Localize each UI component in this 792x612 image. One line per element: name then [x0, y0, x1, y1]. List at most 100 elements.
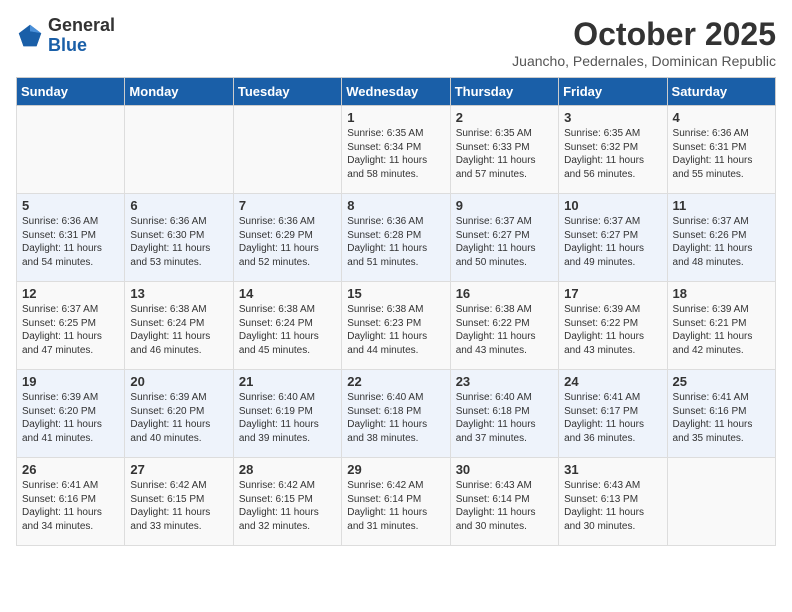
cell-info: Sunrise: 6:40 AM Sunset: 6:18 PM Dayligh…: [456, 391, 553, 445]
cell-info: Sunrise: 6:39 AM Sunset: 6:20 PM Dayligh…: [22, 391, 119, 445]
day-number: 14: [239, 286, 336, 301]
calendar-cell: 7 Sunrise: 6:36 AM Sunset: 6:29 PM Daylig…: [233, 194, 341, 282]
day-number: 1: [347, 110, 444, 125]
calendar-cell: 23 Sunrise: 6:40 AM Sunset: 6:18 PM Dayli…: [450, 370, 558, 458]
calendar-body: 1 Sunrise: 6:35 AM Sunset: 6:34 PM Daylig…: [17, 106, 776, 546]
logo-icon: [16, 22, 44, 50]
calendar-cell: 25 Sunrise: 6:41 AM Sunset: 6:16 PM Dayli…: [667, 370, 775, 458]
calendar-cell: 9Sunrise: 6:37 AM Sunset: 6:27 PM Daylig…: [450, 194, 558, 282]
cell-info: Sunrise: 6:36 AM Sunset: 6:29 PM Dayligh…: [239, 215, 336, 269]
title-block: October 2025 Juancho, Pedernales, Domini…: [512, 16, 776, 69]
day-number: 17: [564, 286, 661, 301]
cell-info: Sunrise: 6:37 AM Sunset: 6:25 PM Dayligh…: [22, 303, 119, 357]
cell-info: Sunrise: 6:35 AM Sunset: 6:33 PM Dayligh…: [456, 127, 553, 181]
calendar-cell: 29 Sunrise: 6:42 AM Sunset: 6:14 PM Dayli…: [342, 458, 450, 546]
cell-info: Sunrise: 6:36 AM Sunset: 6:31 PM Dayligh…: [22, 215, 119, 269]
day-number: 27: [130, 462, 227, 477]
calendar-cell: 8 Sunrise: 6:36 AM Sunset: 6:28 PM Daylig…: [342, 194, 450, 282]
calendar-cell: 11 Sunrise: 6:37 AM Sunset: 6:26 PM Dayli…: [667, 194, 775, 282]
calendar-cell: [17, 106, 125, 194]
calendar-cell: 18 Sunrise: 6:39 AM Sunset: 6:21 PM Dayli…: [667, 282, 775, 370]
cell-info: Sunrise: 6:38 AM Sunset: 6:24 PM Dayligh…: [239, 303, 336, 357]
calendar-header: SundayMondayTuesdayWednesdayThursdayFrid…: [17, 78, 776, 106]
week-row-4: 26 Sunrise: 6:41 AM Sunset: 6:16 PM Dayli…: [17, 458, 776, 546]
cell-info: Sunrise: 6:41 AM Sunset: 6:16 PM Dayligh…: [673, 391, 770, 445]
day-number: 29: [347, 462, 444, 477]
day-number: 24: [564, 374, 661, 389]
calendar-cell: 10Sunrise: 6:37 AM Sunset: 6:27 PM Dayli…: [559, 194, 667, 282]
calendar-cell: [667, 458, 775, 546]
calendar-cell: 12 Sunrise: 6:37 AM Sunset: 6:25 PM Dayli…: [17, 282, 125, 370]
cell-info: Sunrise: 6:43 AM Sunset: 6:14 PM Dayligh…: [456, 479, 553, 533]
calendar-cell: 3Sunrise: 6:35 AM Sunset: 6:32 PM Daylig…: [559, 106, 667, 194]
cell-info: Sunrise: 6:40 AM Sunset: 6:19 PM Dayligh…: [239, 391, 336, 445]
calendar-cell: 24 Sunrise: 6:41 AM Sunset: 6:17 PM Dayli…: [559, 370, 667, 458]
day-number: 13: [130, 286, 227, 301]
cell-info: Sunrise: 6:39 AM Sunset: 6:20 PM Dayligh…: [130, 391, 227, 445]
day-number: 9: [456, 198, 553, 213]
week-row-1: 5 Sunrise: 6:36 AM Sunset: 6:31 PM Daylig…: [17, 194, 776, 282]
week-row-0: 1 Sunrise: 6:35 AM Sunset: 6:34 PM Daylig…: [17, 106, 776, 194]
day-number: 11: [673, 198, 770, 213]
day-number: 26: [22, 462, 119, 477]
logo-general: General: [48, 16, 115, 36]
calendar-cell: 22Sunrise: 6:40 AM Sunset: 6:18 PM Dayli…: [342, 370, 450, 458]
day-number: 31: [564, 462, 661, 477]
calendar-cell: 27Sunrise: 6:42 AM Sunset: 6:15 PM Dayli…: [125, 458, 233, 546]
calendar-cell: 17 Sunrise: 6:39 AM Sunset: 6:22 PM Dayli…: [559, 282, 667, 370]
header-cell-sunday: Sunday: [17, 78, 125, 106]
cell-info: Sunrise: 6:36 AM Sunset: 6:31 PM Dayligh…: [673, 127, 770, 181]
calendar-cell: 26 Sunrise: 6:41 AM Sunset: 6:16 PM Dayli…: [17, 458, 125, 546]
day-number: 25: [673, 374, 770, 389]
cell-info: Sunrise: 6:39 AM Sunset: 6:21 PM Dayligh…: [673, 303, 770, 357]
day-number: 19: [22, 374, 119, 389]
calendar-table: SundayMondayTuesdayWednesdayThursdayFrid…: [16, 77, 776, 546]
cell-info: Sunrise: 6:43 AM Sunset: 6:13 PM Dayligh…: [564, 479, 661, 533]
day-number: 30: [456, 462, 553, 477]
logo-blue: Blue: [48, 36, 115, 56]
day-number: 5: [22, 198, 119, 213]
calendar-cell: 5 Sunrise: 6:36 AM Sunset: 6:31 PM Daylig…: [17, 194, 125, 282]
calendar-cell: 15 Sunrise: 6:38 AM Sunset: 6:23 PM Dayli…: [342, 282, 450, 370]
cell-info: Sunrise: 6:35 AM Sunset: 6:32 PM Dayligh…: [564, 127, 661, 181]
logo: General Blue: [16, 16, 115, 56]
month-title: October 2025: [512, 16, 776, 53]
day-number: 16: [456, 286, 553, 301]
location: Juancho, Pedernales, Dominican Republic: [512, 53, 776, 69]
cell-info: Sunrise: 6:38 AM Sunset: 6:23 PM Dayligh…: [347, 303, 444, 357]
day-number: 22: [347, 374, 444, 389]
week-row-3: 19 Sunrise: 6:39 AM Sunset: 6:20 PM Dayli…: [17, 370, 776, 458]
cell-info: Sunrise: 6:41 AM Sunset: 6:16 PM Dayligh…: [22, 479, 119, 533]
header-cell-wednesday: Wednesday: [342, 78, 450, 106]
cell-info: Sunrise: 6:37 AM Sunset: 6:27 PM Dayligh…: [564, 215, 661, 269]
cell-info: Sunrise: 6:42 AM Sunset: 6:15 PM Dayligh…: [239, 479, 336, 533]
calendar-cell: 4 Sunrise: 6:36 AM Sunset: 6:31 PM Daylig…: [667, 106, 775, 194]
day-number: 8: [347, 198, 444, 213]
cell-info: Sunrise: 6:36 AM Sunset: 6:28 PM Dayligh…: [347, 215, 444, 269]
header-cell-saturday: Saturday: [667, 78, 775, 106]
day-number: 18: [673, 286, 770, 301]
calendar-cell: 1 Sunrise: 6:35 AM Sunset: 6:34 PM Daylig…: [342, 106, 450, 194]
calendar-cell: 20Sunrise: 6:39 AM Sunset: 6:20 PM Dayli…: [125, 370, 233, 458]
day-number: 15: [347, 286, 444, 301]
day-number: 23: [456, 374, 553, 389]
day-number: 7: [239, 198, 336, 213]
day-number: 2: [456, 110, 553, 125]
day-number: 12: [22, 286, 119, 301]
day-number: 4: [673, 110, 770, 125]
cell-info: Sunrise: 6:36 AM Sunset: 6:30 PM Dayligh…: [130, 215, 227, 269]
cell-info: Sunrise: 6:39 AM Sunset: 6:22 PM Dayligh…: [564, 303, 661, 357]
header-row: SundayMondayTuesdayWednesdayThursdayFrid…: [17, 78, 776, 106]
header-cell-monday: Monday: [125, 78, 233, 106]
cell-info: Sunrise: 6:35 AM Sunset: 6:34 PM Dayligh…: [347, 127, 444, 181]
cell-info: Sunrise: 6:37 AM Sunset: 6:26 PM Dayligh…: [673, 215, 770, 269]
calendar-cell: [125, 106, 233, 194]
calendar-cell: 6Sunrise: 6:36 AM Sunset: 6:30 PM Daylig…: [125, 194, 233, 282]
calendar-cell: 21Sunrise: 6:40 AM Sunset: 6:19 PM Dayli…: [233, 370, 341, 458]
cell-info: Sunrise: 6:41 AM Sunset: 6:17 PM Dayligh…: [564, 391, 661, 445]
cell-info: Sunrise: 6:42 AM Sunset: 6:14 PM Dayligh…: [347, 479, 444, 533]
page-header: General Blue October 2025 Juancho, Peder…: [16, 16, 776, 69]
calendar-cell: 19 Sunrise: 6:39 AM Sunset: 6:20 PM Dayli…: [17, 370, 125, 458]
calendar-cell: 13Sunrise: 6:38 AM Sunset: 6:24 PM Dayli…: [125, 282, 233, 370]
calendar-cell: 31 Sunrise: 6:43 AM Sunset: 6:13 PM Dayli…: [559, 458, 667, 546]
